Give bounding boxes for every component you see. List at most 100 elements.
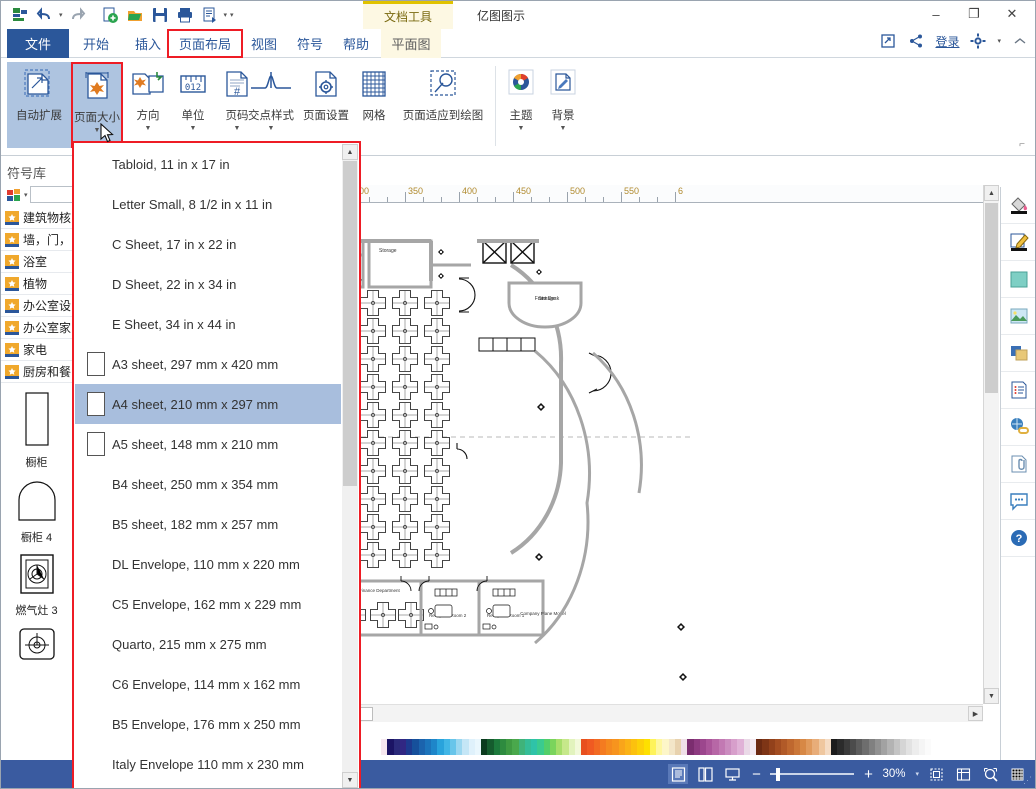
save-icon[interactable] xyxy=(149,4,171,26)
fit-page-to-drawing-button[interactable]: 页面适应到绘图 xyxy=(397,62,489,148)
comment-icon[interactable] xyxy=(1001,483,1035,520)
page-setup-button[interactable]: 页面设置 xyxy=(297,62,355,148)
symbol-category-5[interactable]: 办公室家 xyxy=(1,317,72,339)
page-size-item-12[interactable]: Quarto, 215 mm x 275 mm xyxy=(75,624,341,664)
scroll-down-button[interactable]: ▼ xyxy=(984,688,999,704)
workstation-cluster[interactable] xyxy=(424,346,450,372)
workstation-cluster[interactable] xyxy=(360,542,386,568)
symbol-category-2[interactable]: 浴室 xyxy=(1,251,72,273)
workstation-cluster[interactable] xyxy=(424,290,450,316)
workstation-cluster[interactable] xyxy=(360,346,386,372)
workstation-cluster[interactable] xyxy=(392,486,418,512)
tab-file[interactable]: 文件 xyxy=(7,29,69,58)
open-folder-icon[interactable] xyxy=(124,4,146,26)
ribbon-dialog-launcher[interactable]: ⌐ xyxy=(1019,139,1025,150)
page-size-item-9[interactable]: B5 sheet, 182 mm x 257 mm xyxy=(75,504,341,544)
page-size-item-6[interactable]: A4 sheet, 210 mm x 297 mm xyxy=(75,384,341,424)
undo-icon[interactable] xyxy=(34,4,56,26)
tab-symbol[interactable]: 符号 xyxy=(287,29,333,58)
symbol-category-6[interactable]: 家电 xyxy=(1,339,72,361)
page-number-caret-icon[interactable]: ▼ xyxy=(234,125,241,132)
page-size-item-2[interactable]: C Sheet, 17 in x 22 in xyxy=(75,224,341,264)
page-size-dropdown-menu[interactable]: Tabloid, 11 in x 17 in Letter Small, 8 1… xyxy=(72,141,361,788)
workstation-cluster[interactable] xyxy=(370,602,396,628)
workstation-cluster[interactable] xyxy=(424,318,450,344)
attachment-icon[interactable] xyxy=(1001,446,1035,483)
page-size-item-4[interactable]: E Sheet, 34 in x 44 in xyxy=(75,304,341,344)
tab-page-layout[interactable]: 页面布局 xyxy=(167,29,244,58)
shape-cabinet-4[interactable]: 橱柜 4 xyxy=(1,470,72,545)
zoom-level-label[interactable]: 30% xyxy=(882,768,908,780)
export-dropdown-caret[interactable]: ▾ xyxy=(224,11,228,19)
zoom-out-button[interactable]: − xyxy=(749,766,763,783)
properties-list-icon[interactable] xyxy=(1001,372,1035,409)
cross-style-caret-icon[interactable]: ▼ xyxy=(268,125,275,132)
theme-caret-icon[interactable]: ▼ xyxy=(518,125,525,132)
workstation-cluster[interactable] xyxy=(392,514,418,540)
zoom-slider[interactable] xyxy=(770,767,855,781)
zoom-slider-knob[interactable] xyxy=(776,768,781,781)
presentation-view-icon[interactable] xyxy=(722,764,742,784)
document-tools-tab[interactable]: 文档工具 xyxy=(363,1,453,29)
symbol-category-3[interactable]: 植物 xyxy=(1,273,72,295)
minimize-button[interactable]: – xyxy=(917,1,955,27)
close-button[interactable]: ✕ xyxy=(993,1,1031,27)
workstation-cluster[interactable] xyxy=(424,486,450,512)
workstation-cluster[interactable] xyxy=(424,458,450,484)
maximize-button[interactable]: ❐ xyxy=(955,1,993,27)
scroll-up-button[interactable]: ▲ xyxy=(984,185,999,201)
tab-start[interactable]: 开始 xyxy=(73,29,119,58)
image-icon[interactable] xyxy=(1001,298,1035,335)
workstation-cluster[interactable] xyxy=(392,402,418,428)
vertical-scroll-thumb[interactable] xyxy=(985,203,998,393)
library-cube-icon[interactable] xyxy=(6,187,22,203)
workstation-cluster[interactable] xyxy=(424,514,450,540)
fit-to-width-icon[interactable] xyxy=(953,764,973,784)
page-size-item-3[interactable]: D Sheet, 22 in x 34 in xyxy=(75,264,341,304)
scroll-right-button[interactable]: ▶ xyxy=(968,706,983,721)
workstation-cluster[interactable] xyxy=(360,290,386,316)
color-swatch[interactable] xyxy=(924,739,931,755)
tab-help[interactable]: 帮助 xyxy=(333,29,379,58)
shape-cabinet[interactable]: 橱柜 xyxy=(1,383,72,470)
zoom-dropdown-caret[interactable]: ▾ xyxy=(915,770,919,778)
workstation-cluster[interactable] xyxy=(392,290,418,316)
page-size-item-14[interactable]: B5 Envelope, 176 mm x 250 mm xyxy=(75,704,341,744)
orientation-caret-icon[interactable]: ▼ xyxy=(145,125,152,132)
undo-dropdown-caret[interactable]: ▾ xyxy=(59,11,63,19)
units-caret-icon[interactable]: ▼ xyxy=(190,125,197,132)
workstation-cluster[interactable] xyxy=(392,374,418,400)
shape-gas-stove-3[interactable]: 燃气灶 3 xyxy=(1,545,72,618)
collapse-ribbon-icon[interactable] xyxy=(1011,32,1029,50)
dropdown-scroll-up-button[interactable]: ▲ xyxy=(342,144,358,160)
workstation-cluster[interactable] xyxy=(360,514,386,540)
tab-view[interactable]: 视图 xyxy=(241,29,287,58)
theme-button[interactable]: 主题 ▼ xyxy=(499,62,543,148)
background-button[interactable]: 背景 ▼ xyxy=(541,62,585,148)
symbol-category-0[interactable]: 建筑物核 xyxy=(1,207,72,229)
facing-pages-view-icon[interactable] xyxy=(695,764,715,784)
tab-floor-plan[interactable]: 平面图 xyxy=(381,29,441,58)
color-palette-strip[interactable] xyxy=(381,739,931,755)
units-button[interactable]: 012 单位 ▼ xyxy=(171,62,215,148)
grid-button[interactable]: 网格 xyxy=(353,62,395,148)
login-link[interactable]: 登录 xyxy=(935,33,959,50)
help-icon[interactable]: ? xyxy=(1001,520,1035,557)
page-size-item-7[interactable]: A5 sheet, 148 mm x 210 mm xyxy=(75,424,341,464)
zoom-select-icon[interactable] xyxy=(980,764,1000,784)
fill-bucket-icon[interactable] xyxy=(1001,187,1035,224)
tab-insert[interactable]: 插入 xyxy=(125,29,171,58)
workstation-cluster[interactable] xyxy=(424,542,450,568)
edraw-logo-icon[interactable] xyxy=(9,4,31,26)
cross-style-button[interactable]: 交点样式 ▼ xyxy=(241,62,301,148)
pen-edit-icon[interactable] xyxy=(1001,224,1035,261)
gear-icon[interactable] xyxy=(969,32,987,50)
workstation-cluster[interactable] xyxy=(392,318,418,344)
workstation-cluster[interactable] xyxy=(424,374,450,400)
resize-grip[interactable]: ⋰ xyxy=(1023,775,1033,786)
workstation-cluster[interactable] xyxy=(392,430,418,456)
workstation-cluster[interactable] xyxy=(360,486,386,512)
share-icon[interactable] xyxy=(907,32,925,50)
symbol-category-1[interactable]: 墙，门， xyxy=(1,229,72,251)
new-document-icon[interactable] xyxy=(99,4,121,26)
